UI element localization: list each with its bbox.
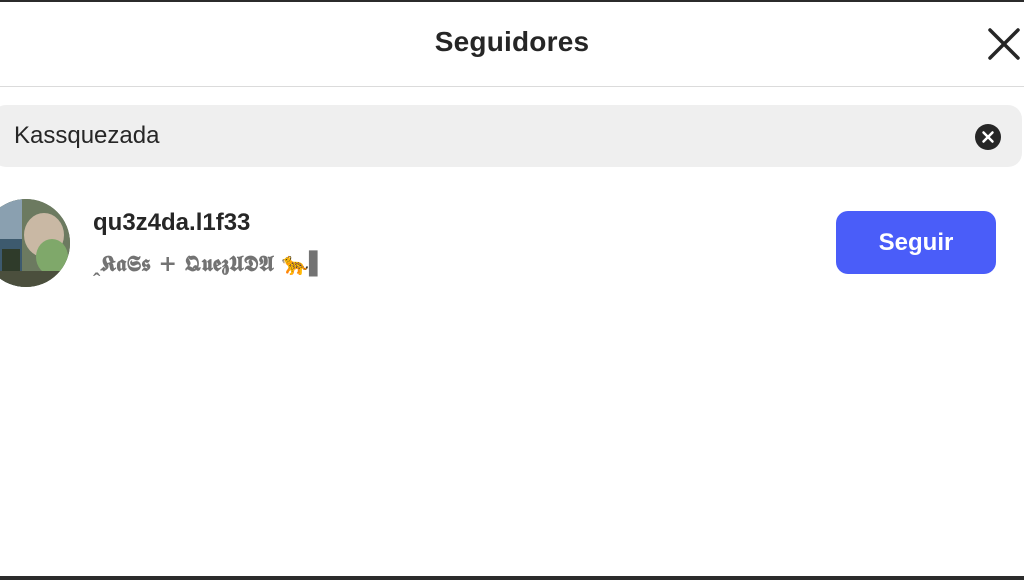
list-item[interactable]: qu3z4da.l1f33 ꞈ𝕶𝖆𝕾𝖘 + 𝕼𝖚𝖊𝖟𝖀𝕯𝕬 🐆▌ Seguir	[0, 187, 1024, 297]
dialog-title: Seguidores	[434, 26, 590, 57]
profile-photo	[0, 199, 70, 287]
search-bar	[0, 105, 1022, 167]
dialog-header: Seguidores	[0, 2, 1024, 87]
result-username[interactable]: qu3z4da.l1f33	[93, 209, 250, 237]
clear-search-button[interactable]	[975, 124, 1001, 150]
avatar[interactable]	[0, 199, 70, 287]
result-full-name: ꞈ𝕶𝖆𝕾𝖘 + 𝕼𝖚𝖊𝖟𝖀𝕯𝕬 🐆▌	[93, 251, 327, 277]
close-icon	[988, 28, 1020, 60]
search-input[interactable]	[14, 119, 914, 153]
clear-icon	[982, 131, 994, 143]
close-button[interactable]	[986, 26, 1022, 62]
follow-button[interactable]: Seguir	[836, 211, 996, 274]
followers-dialog: Seguidores Kassquezada qu3z4da.l1f33 ꞈ𝕶𝖆…	[0, 0, 1024, 580]
